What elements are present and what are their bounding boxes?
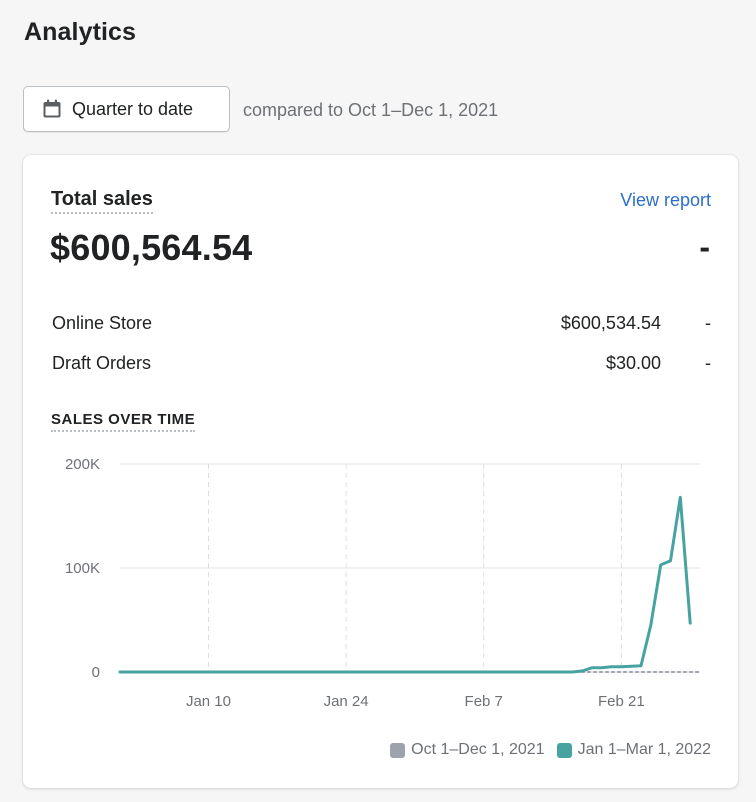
breakdown-change: - <box>705 353 711 373</box>
legend-item-previous[interactable]: Oct 1–Dec 1, 2021 <box>390 741 545 759</box>
y-tick-label: 100K <box>65 560 100 577</box>
legend-swatch-current <box>556 742 572 758</box>
page-title: Analytics <box>24 18 137 46</box>
x-tick-label: Feb 7 <box>465 693 503 710</box>
date-range-button[interactable]: Quarter to date <box>23 86 230 132</box>
total-sales-card: Total sales View report $600,564.54 - On… <box>23 155 738 788</box>
breakdown-name: Draft Orders <box>52 353 152 373</box>
series-line-current <box>118 495 692 674</box>
date-range-label: Quarter to date <box>72 98 194 119</box>
total-sales-change: - <box>699 229 710 265</box>
calendar-icon <box>43 99 61 118</box>
legend-item-current[interactable]: Jan 1–Mar 1, 2022 <box>556 741 711 759</box>
total-sales-value: $600,564.54 <box>50 227 253 268</box>
x-tick-label: Jan 24 <box>324 693 369 710</box>
x-tick-label: Feb 21 <box>598 693 645 710</box>
legend-label: Jan 1–Mar 1, 2022 <box>577 741 711 758</box>
sales-over-time-chart[interactable]: 0 100K 200K Jan 10 Jan 24 Feb 7 Feb 21 <box>23 445 738 715</box>
breakdown-change: - <box>705 313 711 333</box>
comparison-text: compared to Oct 1–Dec 1, 2021 <box>243 100 499 120</box>
sales-over-time-title[interactable]: SALES OVER TIME <box>51 411 196 432</box>
legend-swatch-previous <box>390 742 406 758</box>
breakdown-value: $600,534.54 <box>560 313 661 333</box>
x-tick-label: Jan 10 <box>186 693 231 710</box>
breakdown-row-draft-orders: Draft Orders $30.00 - <box>52 353 711 377</box>
breakdown-value: $30.00 <box>605 353 661 373</box>
legend-label: Oct 1–Dec 1, 2021 <box>411 741 545 758</box>
chart-legend: Oct 1–Dec 1, 2021 Jan 1–Mar 1, 2022 <box>378 741 711 759</box>
y-tick-label: 0 <box>92 664 100 681</box>
card-title[interactable]: Total sales <box>51 188 153 214</box>
y-tick-label: 200K <box>65 456 100 473</box>
breakdown-name: Online Store <box>52 313 153 333</box>
view-report-link[interactable]: View report <box>620 190 711 211</box>
breakdown-row-online-store: Online Store $600,534.54 - <box>52 313 711 337</box>
